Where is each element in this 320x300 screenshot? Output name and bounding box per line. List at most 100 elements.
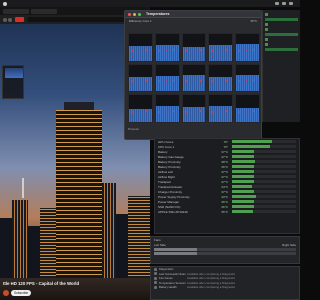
temperature-graph[interactable] xyxy=(154,63,180,93)
subscribe-button[interactable]: Subscribe xyxy=(11,290,32,296)
sensor-bar-fill xyxy=(232,210,254,213)
sensor-bar-fill xyxy=(232,200,254,203)
building xyxy=(128,196,150,278)
building xyxy=(116,214,128,278)
video-title[interactable]: ttle HD 120 FPS - Capital of the World xyxy=(3,281,79,286)
sensor-bar xyxy=(232,210,296,213)
temperature-graph[interactable] xyxy=(154,94,180,123)
fan-right-label: Right Side xyxy=(282,242,296,247)
diagnostic-name: Temperature Sensors xyxy=(159,280,186,285)
battery-icon[interactable] xyxy=(282,2,286,5)
sensor-bar xyxy=(232,185,296,188)
status-square-icon xyxy=(265,43,268,46)
temps-footer: Process xyxy=(128,127,139,131)
sensor-bar xyxy=(232,150,296,153)
panel-title: Temperatures xyxy=(146,12,170,16)
control-center-icon[interactable] xyxy=(289,2,293,5)
sensor-name: SSD (NAND I/O) xyxy=(158,204,181,209)
search-input[interactable] xyxy=(27,17,139,22)
apple-menu-icon[interactable] xyxy=(3,1,7,6)
fan-left-bar[interactable] xyxy=(154,248,296,251)
temperature-graph[interactable] xyxy=(181,33,207,62)
sidebar-bar xyxy=(265,18,298,21)
fan-right-bar[interactable] xyxy=(154,252,296,255)
sensor-name: Trackpad xyxy=(158,179,171,184)
sensor-bar xyxy=(232,190,296,193)
building xyxy=(40,208,56,278)
sensor-bar-fill xyxy=(232,170,255,173)
sensor-bar-fill xyxy=(232,165,254,168)
diagnostic-icon xyxy=(154,281,157,285)
back-icon[interactable] xyxy=(3,17,7,22)
sensor-bar xyxy=(232,175,296,178)
sensor-bar xyxy=(232,140,296,143)
mini-monitor-widget[interactable] xyxy=(2,65,24,99)
temperature-graph[interactable] xyxy=(128,63,153,93)
temperature-graph[interactable] xyxy=(235,33,260,62)
temperature-graph[interactable] xyxy=(181,63,207,93)
temperature-graph[interactable] xyxy=(128,33,153,62)
sidebar-bar xyxy=(265,48,298,51)
sensor-name: Airflow Right xyxy=(158,174,175,179)
sensor-value: 37°C xyxy=(221,179,228,184)
sensor-value: 37°C xyxy=(221,189,228,194)
sensor-bar xyxy=(232,155,296,158)
browser-tab[interactable] xyxy=(3,8,29,14)
sensor-bar xyxy=(232,145,296,148)
sidebar-item[interactable] xyxy=(265,12,298,17)
temperature-graph[interactable] xyxy=(181,94,207,123)
city-skyline-image xyxy=(0,102,150,278)
sensor-value: 37°C xyxy=(221,174,228,179)
sensor-bar-fill xyxy=(232,185,253,188)
temperatures-panel: Temperatures Efficiency Core 1 35°C Proc… xyxy=(124,10,262,140)
close-icon[interactable] xyxy=(128,12,131,16)
forward-icon[interactable] xyxy=(8,17,12,22)
sensor-bar-fill xyxy=(232,155,255,158)
sidebar-item[interactable] xyxy=(265,42,298,47)
avatar[interactable] xyxy=(3,290,9,296)
graph-fill xyxy=(155,106,179,122)
graph-fill xyxy=(236,74,259,92)
fan-right-fill xyxy=(154,252,197,255)
sensor-bar xyxy=(232,170,296,173)
fans-labels: Left Side Right Side xyxy=(151,242,299,247)
sidebar-item[interactable] xyxy=(265,27,298,32)
status-square-icon xyxy=(265,13,268,16)
sensor-bar-fill xyxy=(232,175,255,178)
diagnostic-row[interactable]: Battery Health Available after completing… xyxy=(151,285,299,290)
building xyxy=(28,226,40,278)
zoom-icon[interactable] xyxy=(138,12,141,16)
diagnostics-panel: Diagnostics Last Successful Scan Availabl… xyxy=(150,266,300,300)
temperature-graph[interactable] xyxy=(235,63,260,93)
temperature-graph[interactable] xyxy=(154,33,180,62)
temperature-graphs-grid xyxy=(128,33,260,123)
temperature-graph[interactable] xyxy=(235,94,260,123)
graph-fill xyxy=(182,107,206,122)
temperature-graph[interactable] xyxy=(128,94,153,123)
temperature-graph[interactable] xyxy=(208,33,234,62)
sensor-value: 35°C xyxy=(221,209,228,214)
sensor-bar xyxy=(232,160,296,163)
sensor-name: Battery Proximity xyxy=(158,164,181,169)
sensor-name: Airflow Left xyxy=(158,169,173,174)
minimize-icon[interactable] xyxy=(133,12,136,16)
mini-graph xyxy=(5,68,23,78)
sensor-bar-fill xyxy=(232,160,256,163)
sensor-name: GPU Cores xyxy=(158,139,174,144)
diagnostic-icon xyxy=(154,285,157,289)
youtube-logo-icon[interactable] xyxy=(15,17,24,22)
sensor-bar xyxy=(232,165,296,168)
sensor-bar-fill xyxy=(232,140,272,143)
sensor-value: 70° xyxy=(223,144,228,149)
temperature-graph[interactable] xyxy=(208,94,234,123)
menu-bar xyxy=(0,0,300,7)
sensor-name: CPU Core 1 xyxy=(158,144,175,149)
fans-title: Fans xyxy=(154,237,161,242)
wifi-icon[interactable] xyxy=(275,2,279,5)
sensor-row[interactable]: APPLE SSD AP1024Z 35°C xyxy=(155,209,299,214)
sensor-value: 36°C xyxy=(221,199,228,204)
diagnostic-name: Fan Issues xyxy=(159,276,173,281)
core-selector[interactable]: Efficiency Core 1 35°C xyxy=(125,18,261,23)
temperature-graph[interactable] xyxy=(208,63,234,93)
browser-tab[interactable] xyxy=(31,8,57,14)
